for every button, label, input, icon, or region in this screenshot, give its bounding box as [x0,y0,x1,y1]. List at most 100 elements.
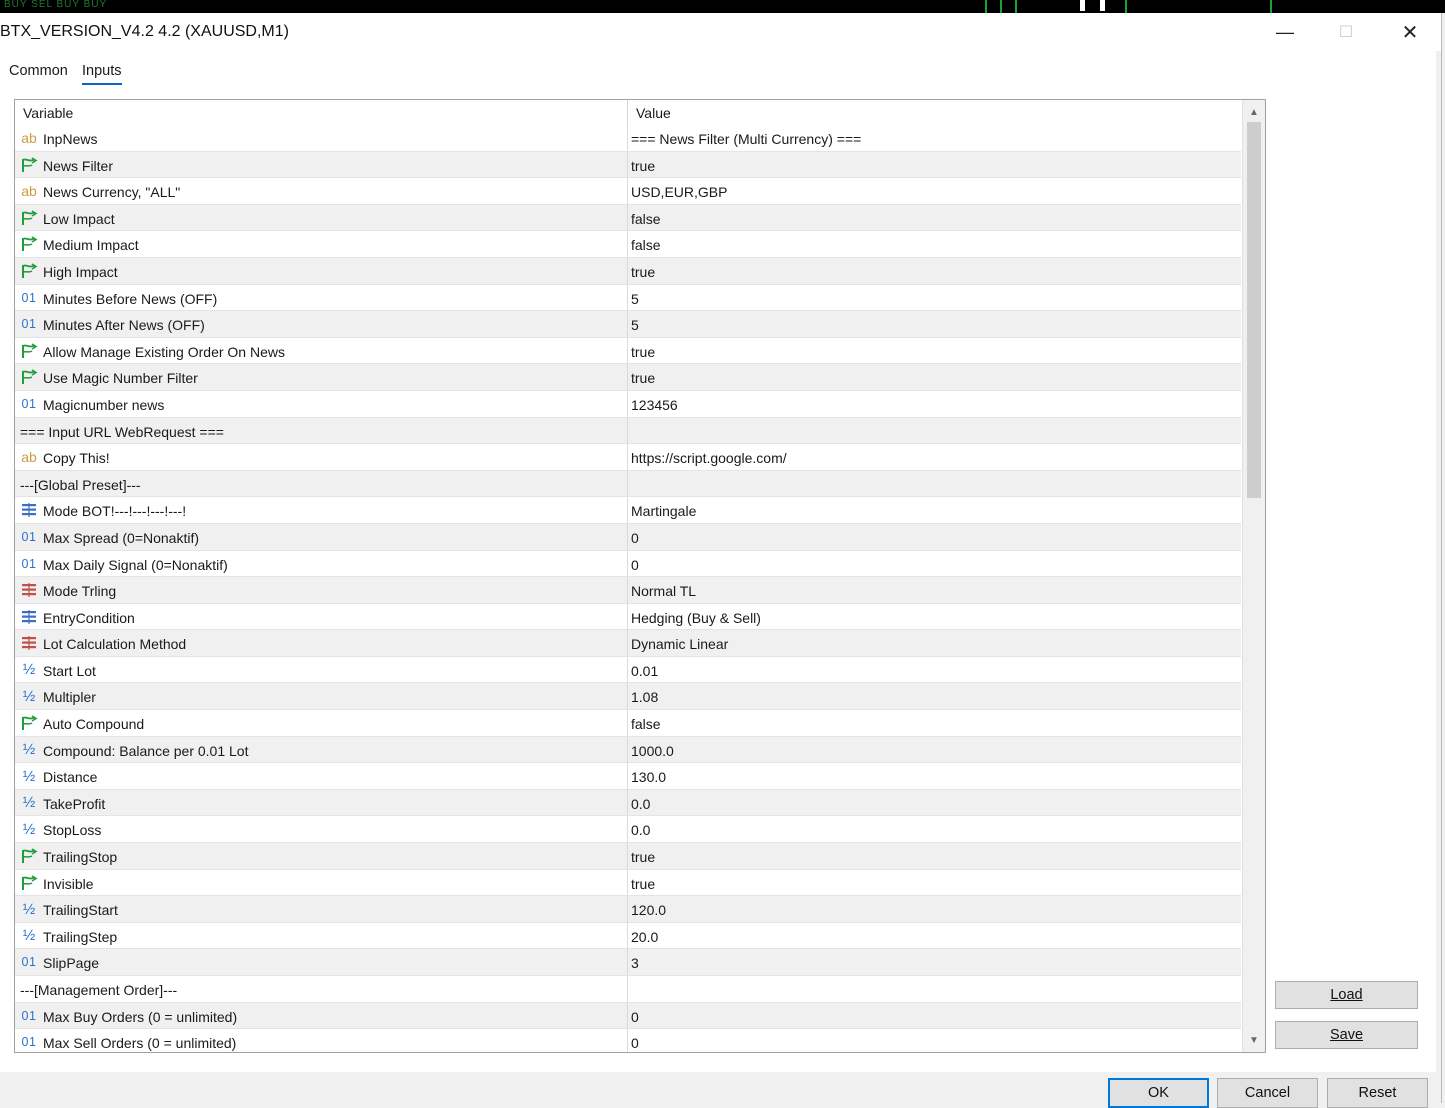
table-row[interactable]: 01 Minutes After News (OFF) 5 [15,311,1241,338]
value-cell[interactable]: === News Filter (Multi Currency) === [631,131,861,147]
table-row[interactable]: Auto Compound false [15,710,1241,737]
table-row[interactable]: ½ StopLoss 0.0 [15,816,1241,844]
value-cell[interactable]: Martingale [631,503,696,519]
table-row[interactable]: High Impact true [15,257,1241,285]
value-cell[interactable]: Hedging (Buy & Sell) [631,610,761,626]
table-row[interactable]: ½ Distance 130.0 [15,763,1241,790]
value-cell[interactable]: 0.0 [631,796,650,812]
close-icon[interactable]: ✕ [1380,13,1440,51]
variable-name: Allow Manage Existing Order On News [43,343,285,360]
value-cell[interactable]: https://script.google.com/ [631,450,787,466]
title-bar[interactable]: BTX_VERSION_V4.2 4.2 (XAUUSD,M1) — ☐ ✕ [0,13,1441,51]
column-divider[interactable] [627,100,628,125]
value-cell[interactable]: 0.0 [631,822,650,838]
table-row[interactable]: Lot Calculation Method Dynamic Linear [15,630,1241,657]
load-button[interactable]: Load [1275,981,1418,1009]
table-row[interactable]: Allow Manage Existing Order On News true [15,337,1241,365]
table-row[interactable]: ½ Multipler 1.08 [15,683,1241,711]
table-row[interactable]: === Input URL WebRequest === [15,417,1241,445]
value-cell[interactable]: true [631,876,655,892]
value-cell[interactable]: 0.01 [631,663,658,679]
integer-type-icon: 01 [21,955,37,970]
variable-cell: Mode BOT!---!---!---!---! [15,497,628,523]
value-cell[interactable]: false [631,716,661,732]
ok-button[interactable]: OK [1108,1078,1209,1108]
table-row[interactable]: Low Impact false [15,204,1241,232]
vertical-scrollbar[interactable]: ▲ ▼ [1242,100,1265,1052]
value-cell[interactable]: 20.0 [631,929,658,945]
table-row[interactable]: Use Magic Number Filter true [15,364,1241,391]
cancel-button[interactable]: Cancel [1217,1078,1318,1108]
table-row[interactable]: ---[Global Preset]--- [15,470,1241,498]
value-cell[interactable]: 0 [631,557,639,573]
tab-inputs[interactable]: Inputs [82,63,122,85]
value-cell[interactable]: true [631,264,655,280]
boolean-type-icon [20,874,38,892]
table-row[interactable]: 01 Max Sell Orders (0 = unlimited) 0 [15,1029,1241,1052]
table-row[interactable]: ½ TrailingStart 120.0 [15,896,1241,923]
value-cell[interactable]: 1000.0 [631,743,674,759]
chart-bar [1125,0,1127,13]
table-row[interactable]: Invisible true [15,869,1241,897]
value-cell[interactable]: false [631,237,661,253]
value-cell[interactable]: 5 [631,291,639,307]
value-cell[interactable]: Normal TL [631,583,696,599]
value-cell[interactable]: 0 [631,530,639,546]
value-cell[interactable]: 3 [631,955,639,971]
variable-cell: ---[Management Order]--- [15,976,628,1002]
table-row[interactable]: ab Copy This! https://script.google.com/ [15,444,1241,471]
table-row[interactable]: ½ TakeProfit 0.0 [15,789,1241,817]
save-button[interactable]: Save [1275,1021,1418,1049]
value-cell[interactable]: 120.0 [631,902,666,918]
table-row[interactable]: 01 Minutes Before News (OFF) 5 [15,284,1241,312]
value-cell[interactable]: true [631,849,655,865]
value-cell[interactable]: Dynamic Linear [631,636,728,652]
value-cell[interactable]: 1.08 [631,689,658,705]
reset-button[interactable]: Reset [1327,1078,1428,1108]
value-cell[interactable]: USD,EUR,GBP [631,184,727,200]
value-cell[interactable]: 5 [631,317,639,333]
column-header-variable[interactable]: Variable [23,105,73,121]
value-cell[interactable]: true [631,344,655,360]
variable-cell: ½ Multipler [15,683,628,710]
column-header-value[interactable]: Value [636,105,671,121]
table-row[interactable]: 01 Max Daily Signal (0=Nonaktif) 0 [15,550,1241,578]
table-row[interactable]: 01 Magicnumber news 123456 [15,390,1241,418]
maximize-icon[interactable]: ☐ [1316,13,1376,51]
table-row[interactable]: 01 Max Buy Orders (0 = unlimited) 0 [15,1002,1241,1030]
table-row[interactable]: Medium Impact false [15,231,1241,258]
boolean-type-icon [20,342,38,360]
table-row[interactable]: ---[Management Order]--- [15,976,1241,1003]
variable-name: Distance [43,769,98,786]
variable-cell: 01 Max Spread (0=Nonaktif) [15,523,628,550]
value-cell[interactable]: 0 [631,1009,639,1025]
scroll-up-icon[interactable]: ▲ [1243,102,1265,122]
table-row[interactable]: ab InpNews === News Filter (Multi Currency… [15,125,1241,152]
table-row[interactable]: TrailingStop true [15,843,1241,870]
variable-name: Max Daily Signal (0=Nonaktif) [43,556,228,573]
value-cell[interactable]: 123456 [631,397,678,413]
variable-cell: Low Impact [15,204,628,231]
scrollbar-thumb[interactable] [1247,122,1261,498]
table-row[interactable]: 01 Max Spread (0=Nonaktif) 0 [15,523,1241,551]
scroll-down-icon[interactable]: ▼ [1243,1030,1265,1050]
table-row[interactable]: ½ Compound: Balance per 0.01 Lot 1000.0 [15,736,1241,764]
background-chart-strip: BUY SEL BUY BUY [0,0,1445,13]
double-type-icon: ½ [22,900,36,918]
variable-name: Auto Compound [43,716,145,733]
value-cell[interactable]: true [631,158,655,174]
minimize-icon[interactable]: — [1255,13,1315,51]
table-row[interactable]: News Filter true [15,151,1241,179]
value-cell[interactable]: false [631,211,661,227]
tab-common[interactable]: Common [9,63,68,79]
table-row[interactable]: 01 SlipPage 3 [15,949,1241,976]
value-cell[interactable]: 0 [631,1035,639,1051]
value-cell[interactable]: 130.0 [631,769,666,785]
table-row[interactable]: ½ Start Lot 0.01 [15,656,1241,684]
table-row[interactable]: Mode BOT!---!---!---!---! Martingale [15,497,1241,524]
table-row[interactable]: Mode Trling Normal TL [15,577,1241,604]
table-row[interactable]: EntryCondition Hedging (Buy & Sell) [15,603,1241,631]
table-row[interactable]: ab News Currency, "ALL" USD,EUR,GBP [15,178,1241,205]
table-row[interactable]: ½ TrailingStep 20.0 [15,922,1241,950]
value-cell[interactable]: true [631,370,655,386]
